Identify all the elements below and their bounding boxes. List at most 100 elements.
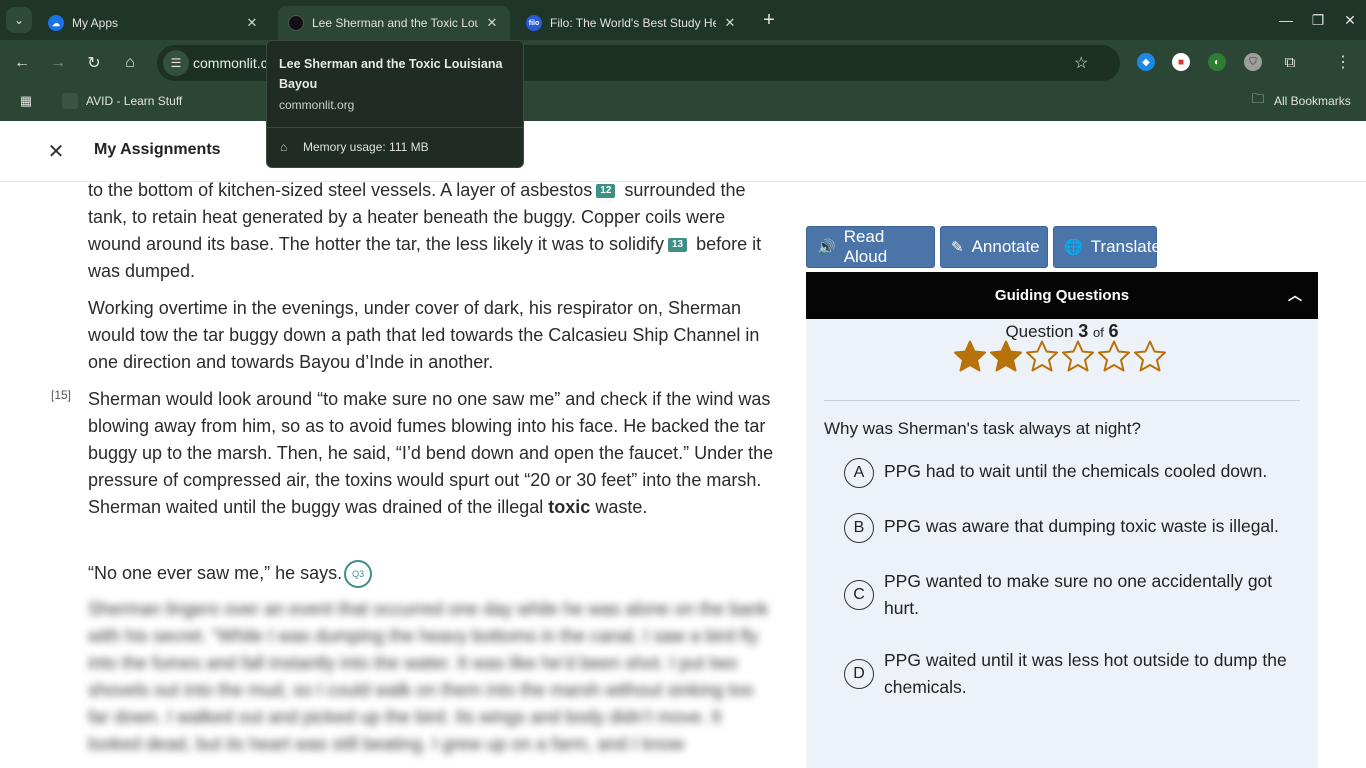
of-label: of: [1092, 325, 1104, 340]
star-empty-icon: [1098, 340, 1130, 372]
passage-text: waste.: [590, 497, 648, 517]
extension-shield-icon[interactable]: ◆: [1137, 53, 1155, 71]
commonlit-icon: [288, 15, 304, 31]
choice-letter: C: [844, 580, 874, 610]
button-label: Annotate: [971, 237, 1040, 256]
browser-toolbar: ← → ↻ ⌂ ☰ commonlit.c ☆: [0, 40, 1366, 86]
hover-card-domain: commonlit.org: [279, 98, 355, 112]
choice-text: PPG waited until it was less hot outside…: [884, 650, 1287, 697]
home-button[interactable]: ⌂: [118, 51, 142, 75]
globe-icon: 🌐: [1064, 239, 1083, 256]
hover-card-divider: [267, 127, 523, 128]
tab-title: Lee Sherman and the Toxic Louisiana Bayo…: [312, 16, 478, 30]
close-window-button[interactable]: ✕: [1338, 8, 1362, 32]
question-marker[interactable]: Q3: [344, 560, 373, 589]
answer-choice-b[interactable]: B PPG was aware that dumping toxic waste…: [844, 513, 1304, 543]
bookmark-label: AVID - Learn Stuff: [86, 94, 183, 108]
star-empty-icon: [1062, 340, 1094, 372]
button-label: Translate: [1090, 237, 1161, 256]
star-filled-icon: [954, 340, 986, 372]
filo-icon: filo: [526, 15, 542, 31]
paragraph-number: [15]: [51, 388, 72, 402]
hover-card-title: Lee Sherman and the Toxic Louisiana Bayo…: [279, 57, 503, 91]
close-tab-icon[interactable]: ✕: [244, 15, 260, 31]
site-info-icon[interactable]: ☰: [163, 50, 189, 76]
chevron-up-icon[interactable]: ︿: [1288, 285, 1302, 305]
answer-choice-c[interactable]: C PPG wanted to make sure no one acciden…: [844, 568, 1304, 622]
tab-title: My Apps: [72, 16, 119, 30]
vocabulary-word[interactable]: toxic: [548, 497, 590, 517]
star-empty-icon: [1026, 340, 1058, 372]
folder-icon: 🗀: [1251, 91, 1265, 106]
cloud-icon: ☁: [48, 15, 64, 31]
minimize-button[interactable]: —: [1274, 8, 1298, 32]
guiding-questions-header[interactable]: Guiding Questions ︿: [806, 272, 1318, 319]
passage-text: “No one ever saw me,” he says.: [88, 563, 343, 583]
memory-icon: ⌂: [280, 140, 288, 154]
extension-lp-icon[interactable]: ◐: [1208, 53, 1226, 71]
bookmark-star-icon[interactable]: ☆: [1074, 53, 1106, 87]
progress-stars: [954, 339, 1166, 373]
extensions-puzzle-icon[interactable]: ⧉: [1281, 53, 1299, 71]
choice-letter: D: [844, 659, 874, 689]
tab-title: Filo: The World's Best Study Help: [550, 16, 716, 30]
current-question: 3: [1078, 321, 1089, 341]
divider: [824, 400, 1300, 401]
passage-text: Sherman would look around “to make sure …: [88, 389, 774, 517]
maximize-button[interactable]: ❐: [1306, 8, 1330, 32]
extension-guard-icon[interactable]: ⛉: [1244, 53, 1262, 71]
button-label: Read Aloud: [843, 227, 888, 266]
choice-letter: A: [844, 458, 874, 488]
passage-paragraph: “No one ever saw me,” he says. Q3: [88, 560, 778, 589]
tab-search-button[interactable]: ⌄: [6, 7, 32, 33]
bookmark-avid[interactable]: AVID - Learn Stuff: [62, 93, 182, 109]
guiding-questions-panel: Question 3 of 6 Why was Sherman's task a…: [806, 319, 1318, 768]
star-empty-icon: [1134, 340, 1166, 372]
avid-favicon-icon: [62, 93, 78, 109]
question-text: Why was Sherman's task always at night?: [824, 419, 1141, 438]
footnote-marker[interactable]: 13: [667, 238, 688, 253]
choice-text: PPG was aware that dumping toxic waste i…: [884, 516, 1279, 536]
annotate-button[interactable]: ✎ Annotate: [940, 226, 1048, 268]
tab-commonlit[interactable]: Lee Sherman and the Toxic Louisiana Bayo…: [278, 6, 510, 40]
total-questions: 6: [1108, 321, 1119, 341]
hover-card-memory: Memory usage: 111 MB: [303, 140, 429, 154]
answer-choice-d[interactable]: D PPG waited until it was less hot outsi…: [844, 647, 1304, 701]
close-tab-icon[interactable]: ✕: [722, 15, 738, 31]
footnote-marker[interactable]: 12: [596, 184, 616, 199]
choice-letter: B: [844, 513, 874, 543]
translate-button[interactable]: 🌐 Translate: [1053, 226, 1161, 268]
read-aloud-button[interactable]: 🔊 Read Aloud: [806, 226, 935, 268]
back-button[interactable]: ←: [10, 51, 34, 75]
forward-button[interactable]: →: [46, 51, 70, 75]
reload-button[interactable]: ↻: [82, 51, 106, 75]
tab-filo[interactable]: filo Filo: The World's Best Study Help ✕: [516, 6, 748, 40]
tab-my-apps[interactable]: ☁ My Apps ✕: [38, 6, 270, 40]
choice-text: PPG had to wait until the chemicals cool…: [884, 461, 1268, 481]
extension-printer-icon[interactable]: ■: [1172, 53, 1190, 71]
tab-bar: ⌄ ☁ My Apps ✕ Lee Sherman and the Toxic …: [0, 0, 1366, 40]
answer-choice-a[interactable]: A PPG had to wait until the chemicals co…: [844, 458, 1304, 488]
page-title: My Assignments: [94, 141, 221, 158]
passage-text: to the bottom of kitchen-sized steel ves…: [88, 180, 593, 200]
browser-menu-icon[interactable]: ⋮: [1334, 53, 1352, 71]
apps-grid-button[interactable]: ▦: [18, 93, 42, 109]
all-bookmarks-button[interactable]: 🗀 All Bookmarks: [1250, 91, 1351, 109]
guiding-questions-title: Guiding Questions: [994, 287, 1130, 304]
close-tab-icon[interactable]: ✕: [484, 15, 500, 31]
app-header: ✕ My Assignments: [0, 121, 1366, 182]
star-filled-icon: [990, 340, 1022, 372]
tab-hover-card: Lee Sherman and the Toxic Louisiana Bayo…: [266, 40, 524, 168]
pen-icon: ✎: [951, 239, 964, 256]
passage-paragraph: to the bottom of kitchen-sized steel ves…: [88, 177, 778, 285]
bookmark-label: All Bookmarks: [1274, 94, 1351, 108]
speaker-icon: 🔊: [817, 239, 836, 256]
close-icon[interactable]: ✕: [45, 140, 67, 163]
url-text: commonlit.c: [193, 55, 268, 71]
new-tab-button[interactable]: +: [758, 9, 780, 31]
choice-text: PPG wanted to make sure no one accidenta…: [884, 571, 1273, 618]
passage-paragraph: Working overtime in the evenings, under …: [88, 298, 760, 372]
apps-grid-icon: ▦: [19, 93, 33, 108]
locked-passage-text: Sherman lingers over an event that occur…: [88, 599, 769, 754]
bookmarks-bar: ▦ AVID - Learn Stuff 🗀 All Bookmarks: [0, 86, 1366, 121]
